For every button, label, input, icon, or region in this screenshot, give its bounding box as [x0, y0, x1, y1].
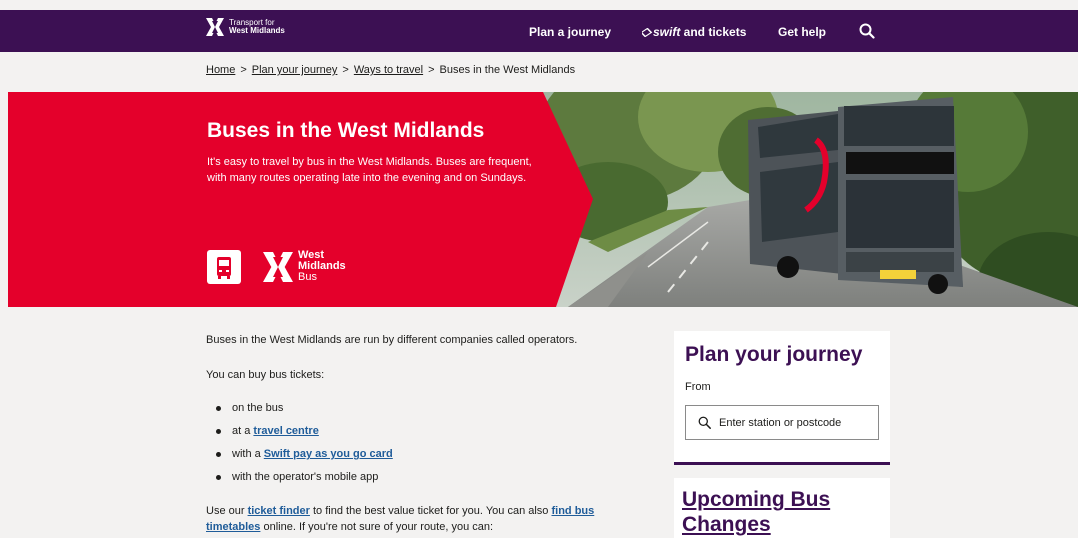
list-item: on the bus	[216, 401, 616, 415]
from-station-input[interactable]	[719, 416, 869, 429]
hero-red-panel	[8, 92, 593, 307]
swift-brand: swift	[653, 25, 681, 39]
list-item-text: with a	[232, 448, 264, 460]
ticket-finder-paragraph: Use our ticket finder to find the best v…	[206, 503, 626, 535]
swift-diamond-icon	[640, 27, 653, 38]
list-item-text: on the bus	[232, 402, 284, 414]
wm-bus-logo-text: West Midlands Bus	[298, 250, 346, 283]
breadcrumb-ways-to-travel[interactable]: Ways to travel	[354, 64, 423, 76]
upcoming-changes-card: Upcoming Bus Changes	[674, 478, 890, 538]
finder-prefix: Use our	[206, 505, 248, 517]
breadcrumb-plan-your-journey[interactable]: Plan your journey	[252, 64, 338, 76]
from-input-wrapper[interactable]	[685, 405, 879, 440]
buy-lead-paragraph: You can buy bus tickets:	[206, 369, 325, 381]
wm-bus-logo-icon	[263, 251, 293, 282]
hero-description: It's easy to travel by bus in the West M…	[207, 156, 532, 184]
upcoming-bus-changes-link[interactable]: Upcoming Bus Changes	[682, 487, 882, 537]
nav-plan-a-journey[interactable]: Plan a journey	[529, 25, 611, 39]
top-navigation: Transport for West Midlands Plan a journ…	[0, 10, 1078, 52]
breadcrumb-home[interactable]: Home	[206, 64, 235, 76]
swift-rest: and tickets	[680, 25, 747, 39]
plan-journey-card: Plan your journey From	[674, 331, 890, 465]
breadcrumb: Home > Plan your journey > Ways to trave…	[206, 64, 575, 76]
bus-mode-icon	[207, 250, 241, 284]
travel-centre-link[interactable]: travel centre	[253, 425, 318, 437]
search-icon	[698, 416, 711, 429]
finder-suffix: online. If you're not sure of your route…	[260, 521, 494, 533]
breadcrumb-separator: >	[342, 64, 349, 76]
list-item-text: at a	[232, 425, 254, 437]
breadcrumb-separator: >	[240, 64, 247, 76]
tfwm-logo[interactable]: Transport for West Midlands	[206, 18, 285, 36]
nav-swift-and-tickets[interactable]: swift and tickets	[640, 25, 747, 39]
list-item: with a Swift pay as you go card	[216, 447, 616, 461]
list-item: with the operator's mobile app	[216, 470, 616, 484]
ticket-finder-link[interactable]: ticket finder	[248, 505, 310, 517]
nav-get-help[interactable]: Get help	[778, 25, 826, 39]
logo-line2: West Midlands	[229, 26, 285, 35]
breadcrumb-separator: >	[428, 64, 435, 76]
wm-bus-line3: Bus	[298, 271, 317, 283]
intro-paragraph: Buses in the West Midlands are run by di…	[206, 334, 578, 346]
breadcrumb-current: Buses in the West Midlands	[439, 64, 576, 76]
hero-banner: Buses in the West Midlands It's easy to …	[8, 92, 1078, 307]
west-midlands-bus-logo: West Midlands Bus	[263, 250, 346, 283]
plan-journey-title: Plan your journey	[685, 343, 863, 366]
logo-text: Transport for West Midlands	[229, 19, 285, 35]
hero-title: Buses in the West Midlands	[207, 119, 485, 142]
from-label: From	[685, 381, 711, 393]
finder-middle: to find the best value ticket for you. Y…	[309, 505, 552, 517]
tfwm-logo-icon	[206, 18, 224, 36]
list-item-text: with the operator's mobile app	[232, 471, 379, 483]
list-item: at a travel centre	[216, 424, 616, 438]
swift-payg-card-link[interactable]: Swift pay as you go card	[264, 448, 393, 460]
search-icon[interactable]	[859, 23, 875, 39]
